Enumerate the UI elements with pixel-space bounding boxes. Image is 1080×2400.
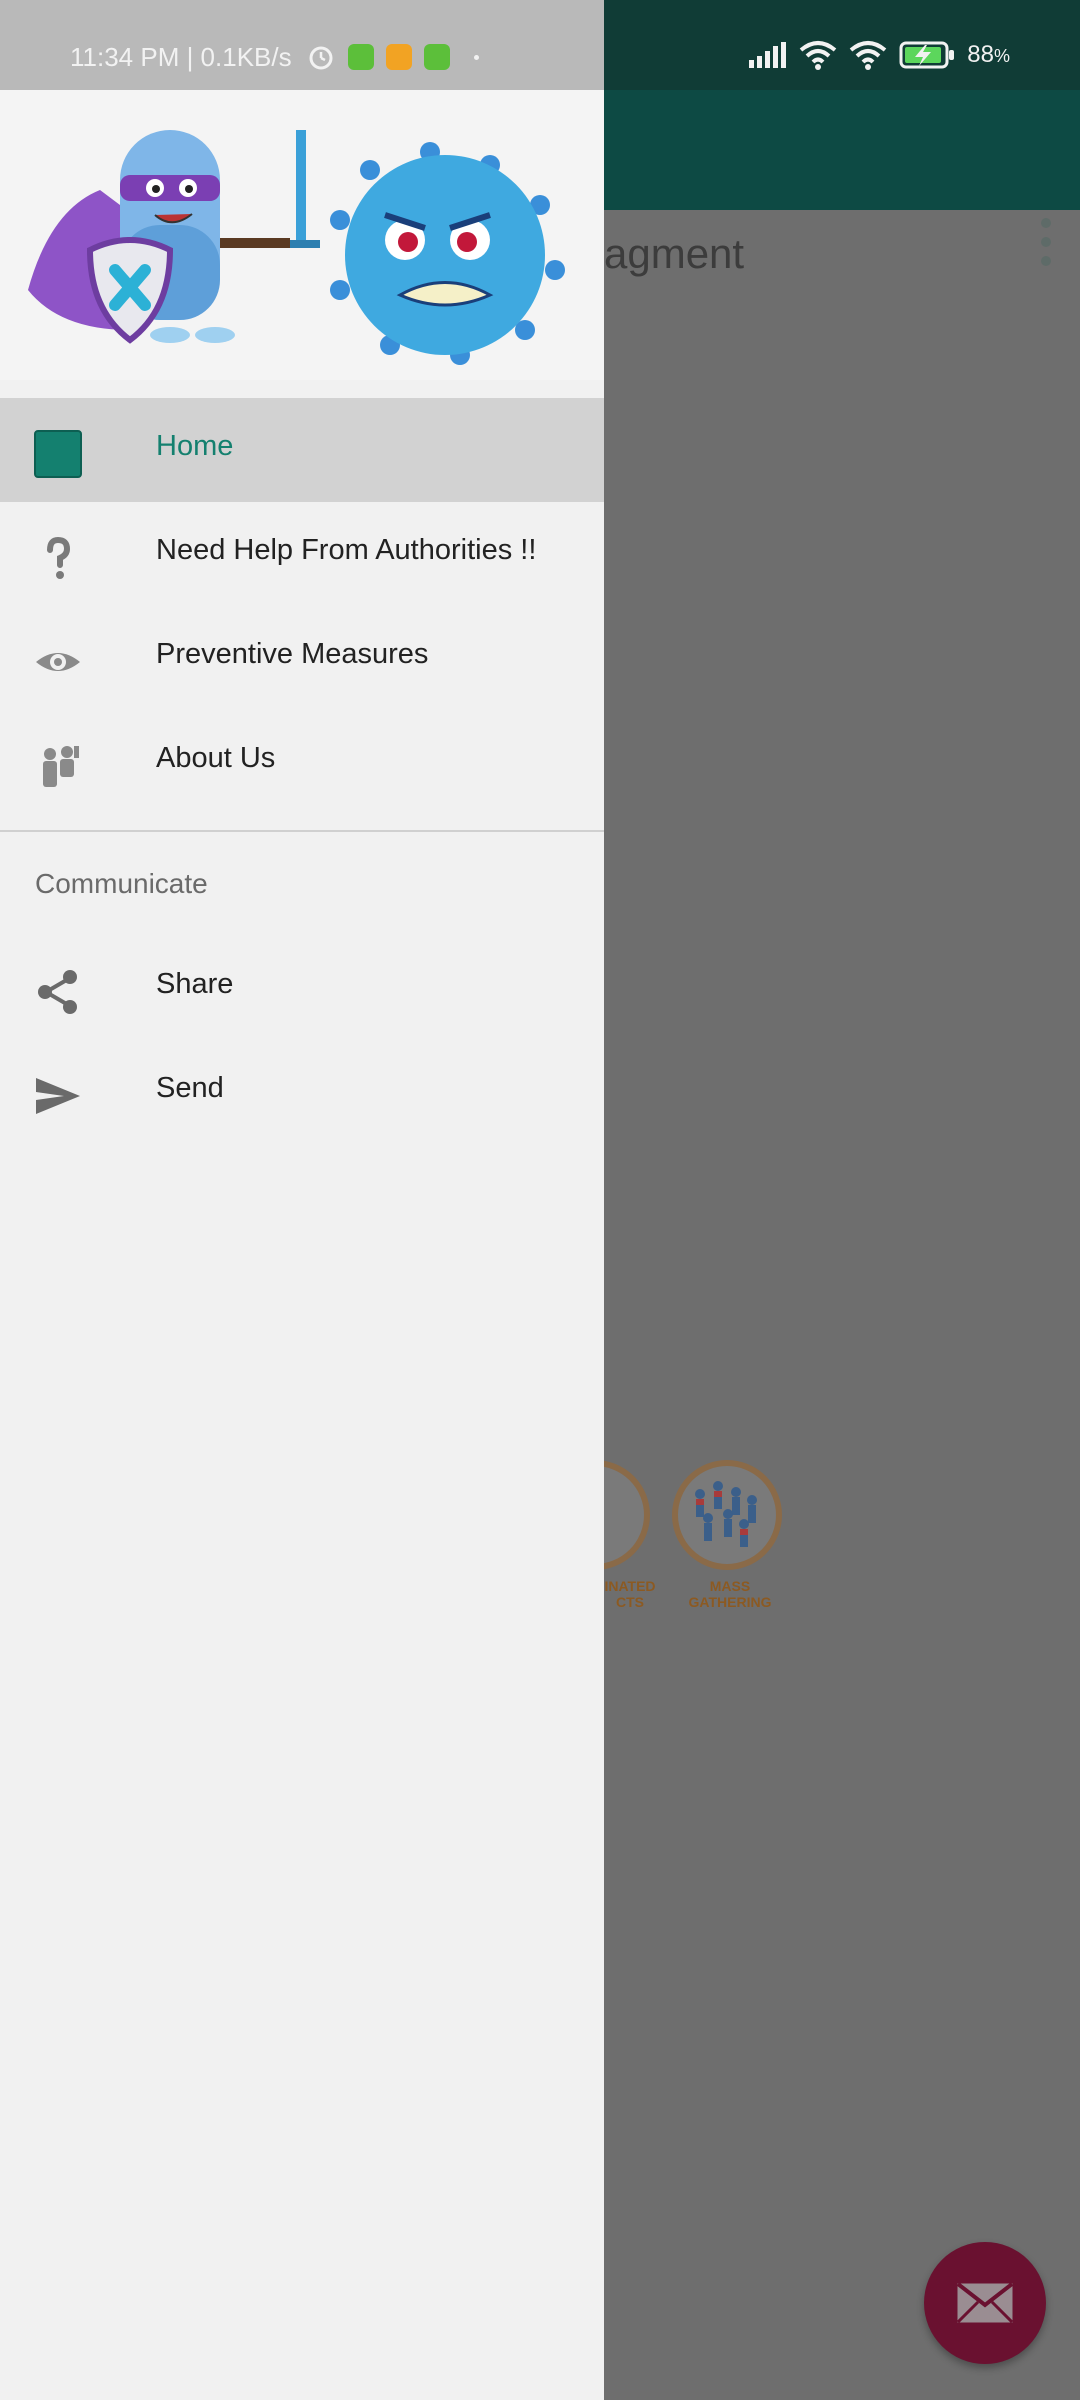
- mail-icon: [957, 2283, 1013, 2323]
- drawer-item-label: Send: [156, 1072, 224, 1104]
- send-icon: [34, 1072, 82, 1120]
- system-status-icons: 88%: [749, 40, 1010, 70]
- status-time: 11:34 PM | 0.1KB/s: [70, 42, 292, 72]
- drawer-item-label: Need Help From Authorities !!: [156, 534, 537, 566]
- drawer-item-about-us[interactable]: About Us: [0, 710, 604, 814]
- signal-icon: [749, 42, 787, 68]
- drawer-item-label: Preventive Measures: [156, 638, 429, 670]
- drawer-item-send[interactable]: Send: [0, 1040, 604, 1144]
- app-notification-icon-1: [348, 44, 374, 70]
- mass-gathering-icon: [672, 1460, 782, 1570]
- notification-icons: [306, 42, 479, 72]
- battery-percentage: 88%: [967, 41, 1010, 68]
- more-notifications-dot-icon: [474, 54, 479, 60]
- battery-charging-icon: [899, 41, 955, 69]
- wifi-icon: [800, 41, 837, 70]
- drawer-divider: [0, 830, 604, 832]
- share-icon: [34, 968, 82, 1016]
- app-notification-icon-2: [386, 44, 412, 70]
- overflow-menu-icon[interactable]: [1038, 218, 1054, 266]
- people-icon: [34, 742, 82, 790]
- status-bar: 11:34 PM | 0.1KB/s 88%: [0, 0, 1080, 90]
- question-icon: [34, 534, 82, 582]
- drawer-item-label: Share: [156, 968, 234, 1000]
- alarm-icon: [309, 46, 333, 70]
- eye-icon: [34, 638, 82, 686]
- home-square-icon: [34, 430, 82, 478]
- drawer-item-label: Home: [156, 430, 234, 462]
- navigation-drawer: Home Need Help From Authorities !! Preve…: [0, 0, 604, 2400]
- drawer-item-need-help[interactable]: Need Help From Authorities !!: [0, 502, 604, 606]
- drawer-item-preventive-measures[interactable]: Preventive Measures: [0, 606, 604, 710]
- drawer-item-label: About Us: [156, 742, 276, 774]
- category-label-mass-gathering: MASS GATHERING: [688, 1578, 772, 1610]
- drawer-item-share[interactable]: Share: [0, 936, 604, 1040]
- mail-fab-button[interactable]: [924, 2242, 1046, 2364]
- app-notification-icon-3: [424, 44, 450, 70]
- wifi-secondary-icon: [850, 41, 887, 70]
- fragment-title: ragment: [590, 230, 745, 277]
- hero-vs-virus-illustration-icon: [28, 130, 565, 365]
- drawer-item-home[interactable]: Home: [0, 398, 604, 502]
- drawer-header: [0, 90, 604, 380]
- section-header-communicate: Communicate: [35, 868, 208, 899]
